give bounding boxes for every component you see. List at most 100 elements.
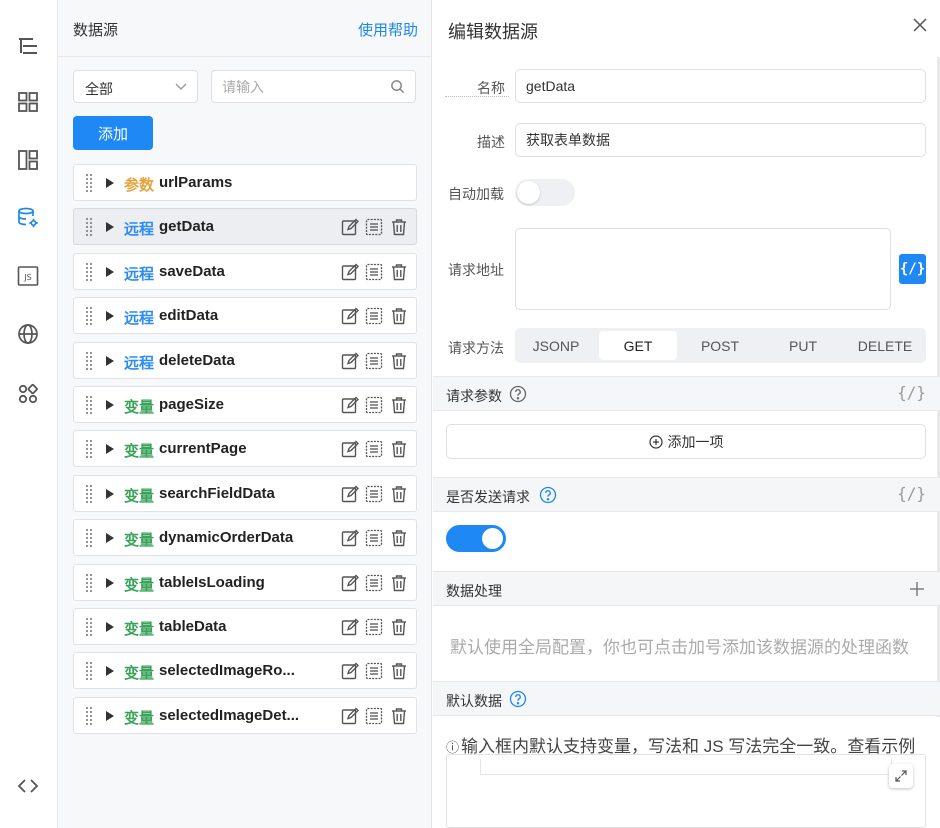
copy-icon[interactable] [365,529,383,547]
code-icon[interactable] [14,772,42,800]
copy-icon[interactable] [365,440,383,458]
expression-toggle-icon[interactable]: {/} [897,383,926,402]
caret-right-icon[interactable] [106,355,114,366]
caret-right-icon[interactable] [106,533,114,544]
caret-right-icon[interactable] [106,444,114,455]
caret-right-icon[interactable] [106,266,114,277]
caret-right-icon[interactable] [106,622,114,632]
datasource-item-11[interactable]: 变量 selectedImageRo... [73,652,417,690]
copy-icon[interactable] [365,618,383,636]
drag-handle-icon[interactable] [85,573,93,593]
drag-handle-icon[interactable] [85,528,93,548]
layout-icon[interactable] [14,146,42,174]
js-icon[interactable]: JS [14,262,42,290]
datasource-item-3[interactable]: 远程 editData [73,297,417,335]
edit-icon[interactable] [341,396,359,414]
drag-handle-icon[interactable] [85,706,93,726]
delete-icon[interactable] [390,440,408,458]
expression-toggle-icon[interactable]: {/} [897,484,926,503]
send-request-toggle[interactable] [446,525,506,552]
edit-icon[interactable] [341,307,359,325]
edit-icon[interactable] [341,352,359,370]
datasource-item-12[interactable]: 变量 selectedImageDet... [73,696,417,734]
caret-right-icon[interactable] [106,710,114,721]
delete-icon[interactable] [390,307,408,325]
delete-icon[interactable] [390,662,408,680]
close-icon[interactable] [912,17,928,33]
search-icon[interactable] [390,79,405,94]
add-datasource-button[interactable]: 添加 [73,116,153,150]
search-input[interactable] [222,77,382,97]
datasource-item-6[interactable]: 变量 currentPage [73,430,417,468]
datasource-item-0[interactable]: 参数 urlParams [73,164,417,201]
delete-icon[interactable] [390,574,408,592]
caret-right-icon[interactable] [106,666,114,677]
drag-handle-icon[interactable] [85,262,93,282]
edit-icon[interactable] [341,707,359,725]
datasource-item-8[interactable]: 变量 dynamicOrderData [73,519,417,557]
help-icon[interactable] [509,690,527,708]
edit-icon[interactable] [341,263,359,281]
add-param-button[interactable]: 添加一项 [446,424,926,459]
caret-right-icon[interactable] [106,400,114,410]
components-icon[interactable] [14,88,42,116]
help-link[interactable]: 使用帮助 [358,19,418,40]
method-delete[interactable]: DELETE [844,331,926,360]
url-input[interactable] [515,228,891,310]
caret-right-icon[interactable] [106,577,114,588]
delete-icon[interactable] [390,218,408,236]
datasource-item-1[interactable]: 远程 getData [73,208,417,246]
delete-icon[interactable] [390,529,408,547]
help-icon[interactable] [539,486,557,504]
drag-handle-icon[interactable] [85,439,93,459]
method-post[interactable]: POST [679,331,761,360]
drag-handle-icon[interactable] [85,306,93,326]
edit-icon[interactable] [341,662,359,680]
method-get[interactable]: GET [599,331,677,360]
method-jsonp[interactable]: JSONP [515,331,597,360]
delete-icon[interactable] [390,352,408,370]
copy-icon[interactable] [365,307,383,325]
edit-icon[interactable] [341,440,359,458]
name-field[interactable] [515,69,926,103]
datasource-icon[interactable] [14,204,42,232]
datasource-item-5[interactable]: 变量 pageSize [73,386,417,423]
plus-icon[interactable] [908,580,926,598]
globe-icon[interactable] [14,320,42,348]
copy-icon[interactable] [365,707,383,725]
type-filter-select[interactable]: 全部 [73,70,198,103]
copy-icon[interactable] [365,263,383,281]
delete-icon[interactable] [390,263,408,281]
edit-icon[interactable] [341,574,359,592]
edit-icon[interactable] [341,618,359,636]
edit-icon[interactable] [341,529,359,547]
copy-icon[interactable] [365,396,383,414]
delete-icon[interactable] [390,707,408,725]
copy-icon[interactable] [365,218,383,236]
copy-icon[interactable] [365,485,383,503]
autoload-toggle[interactable] [515,179,575,206]
delete-icon[interactable] [390,396,408,414]
expression-button[interactable]: {/} [899,254,926,284]
datasource-item-2[interactable]: 远程 saveData [73,252,417,290]
datasource-item-4[interactable]: 远程 deleteData [73,341,417,379]
drag-handle-icon[interactable] [85,661,93,681]
delete-icon[interactable] [390,618,408,636]
help-icon[interactable] [509,385,527,403]
expand-icon[interactable] [889,764,913,788]
copy-icon[interactable] [365,352,383,370]
caret-right-icon[interactable] [106,178,114,188]
datasource-item-7[interactable]: 变量 searchFieldData [73,474,417,512]
drag-handle-icon[interactable] [85,173,93,193]
delete-icon[interactable] [390,485,408,503]
datasource-item-10[interactable]: 变量 tableData [73,608,417,645]
caret-right-icon[interactable] [106,488,114,499]
drag-handle-icon[interactable] [85,484,93,504]
caret-right-icon[interactable] [106,311,114,322]
default-data-code-editor[interactable] [446,754,926,828]
desc-field[interactable] [515,123,926,157]
caret-right-icon[interactable] [106,222,114,233]
drag-handle-icon[interactable] [85,617,93,637]
outline-icon[interactable] [14,32,42,60]
method-put[interactable]: PUT [762,331,844,360]
